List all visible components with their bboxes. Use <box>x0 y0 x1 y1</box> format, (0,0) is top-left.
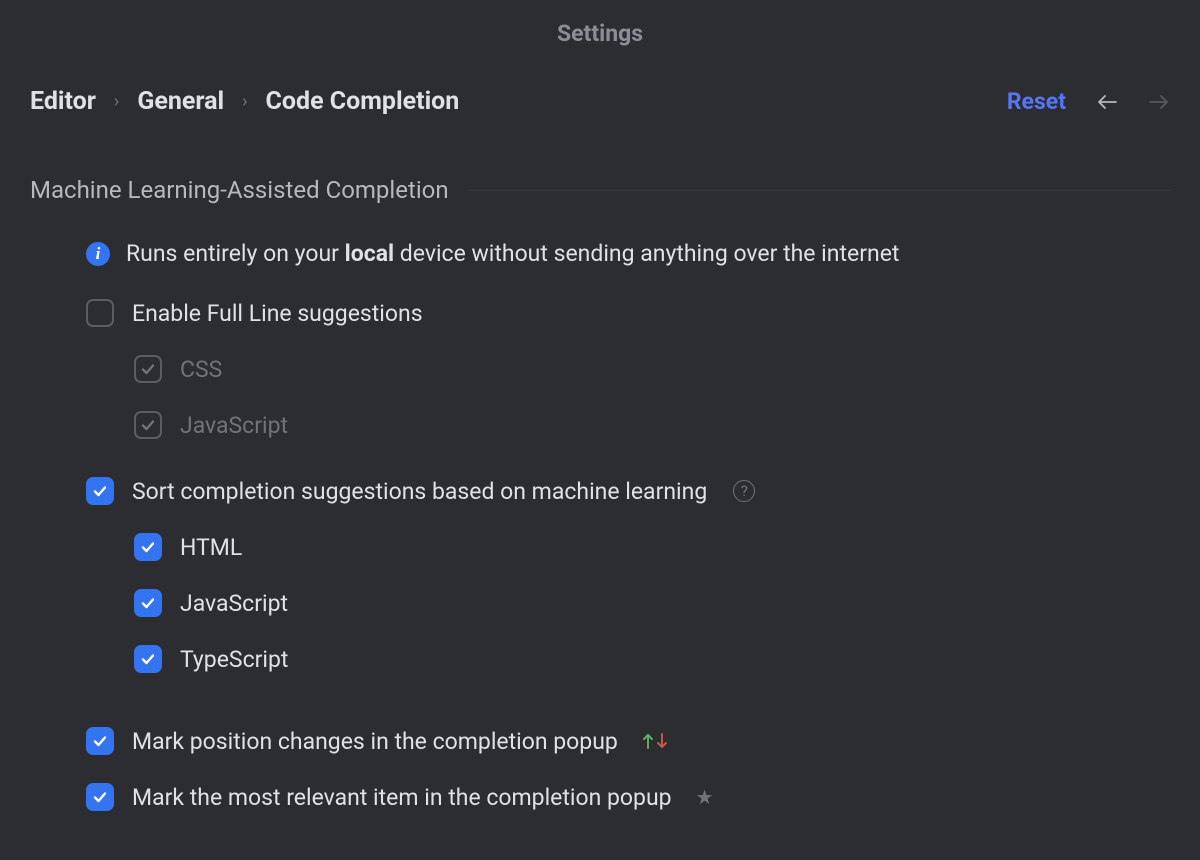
info-icon: i <box>86 242 110 266</box>
section-divider <box>469 190 1170 191</box>
options-list: Enable Full Line suggestions CSS JavaScr… <box>30 267 1170 825</box>
checkbox-checked[interactable] <box>86 783 114 811</box>
checkbox-checked-disabled <box>134 411 162 439</box>
forward-arrow-icon[interactable] <box>1148 91 1170 113</box>
star-icon: ★ <box>696 785 714 809</box>
option-enable-full-line[interactable]: Enable Full Line suggestions <box>86 285 1170 341</box>
checkbox-checked[interactable] <box>134 645 162 673</box>
checkbox-checked[interactable] <box>86 727 114 755</box>
reset-link[interactable]: Reset <box>1007 88 1066 115</box>
checkbox-unchecked[interactable] <box>86 299 114 327</box>
breadcrumb-item-code-completion[interactable]: Code Completion <box>266 87 460 116</box>
section-header: Machine Learning-Assisted Completion <box>30 176 1170 204</box>
option-label: Mark position changes in the completion … <box>132 728 618 755</box>
chevron-right-icon: › <box>242 91 247 112</box>
info-text-bold: local <box>345 240 394 267</box>
option-sort-ml-html[interactable]: HTML <box>86 519 1170 575</box>
option-sort-ml[interactable]: Sort completion suggestions based on mac… <box>86 463 1170 519</box>
info-text: Runs entirely on your local device witho… <box>126 240 899 267</box>
info-text-post: device without sending anything over the… <box>394 240 899 267</box>
option-full-line-css: CSS <box>86 341 1170 397</box>
checkbox-checked-disabled <box>134 355 162 383</box>
checkbox-checked[interactable] <box>134 533 162 561</box>
option-mark-relevant[interactable]: Mark the most relevant item in the compl… <box>86 769 1170 825</box>
breadcrumb-item-editor[interactable]: Editor <box>30 87 96 116</box>
back-arrow-icon[interactable] <box>1096 91 1118 113</box>
option-label: JavaScript <box>180 590 288 617</box>
option-label: Sort completion suggestions based on mac… <box>132 478 707 505</box>
window-title: Settings <box>0 0 1200 47</box>
info-text-pre: Runs entirely on your <box>126 240 345 267</box>
top-bar: Editor › General › Code Completion Reset <box>0 47 1200 126</box>
chevron-right-icon: › <box>114 91 119 112</box>
option-label: Enable Full Line suggestions <box>132 300 423 327</box>
option-label: TypeScript <box>180 646 288 673</box>
section-title: Machine Learning-Assisted Completion <box>30 176 449 204</box>
option-label: Mark the most relevant item in the compl… <box>132 784 672 811</box>
option-label: HTML <box>180 534 242 561</box>
option-label: JavaScript <box>180 412 288 439</box>
help-icon[interactable]: ? <box>733 480 755 502</box>
option-sort-ml-typescript[interactable]: TypeScript <box>86 631 1170 687</box>
position-change-icon <box>642 732 668 750</box>
option-full-line-javascript: JavaScript <box>86 397 1170 453</box>
breadcrumb-item-general[interactable]: General <box>137 87 224 116</box>
checkbox-checked[interactable] <box>134 589 162 617</box>
breadcrumb: Editor › General › Code Completion <box>30 87 459 116</box>
section-ml-completion: Machine Learning-Assisted Completion i R… <box>0 126 1200 825</box>
info-row: i Runs entirely on your local device wit… <box>30 204 1170 267</box>
option-sort-ml-javascript[interactable]: JavaScript <box>86 575 1170 631</box>
option-label: CSS <box>180 356 222 383</box>
top-actions: Reset <box>1007 88 1170 115</box>
option-mark-position[interactable]: Mark position changes in the completion … <box>86 713 1170 769</box>
checkbox-checked[interactable] <box>86 477 114 505</box>
